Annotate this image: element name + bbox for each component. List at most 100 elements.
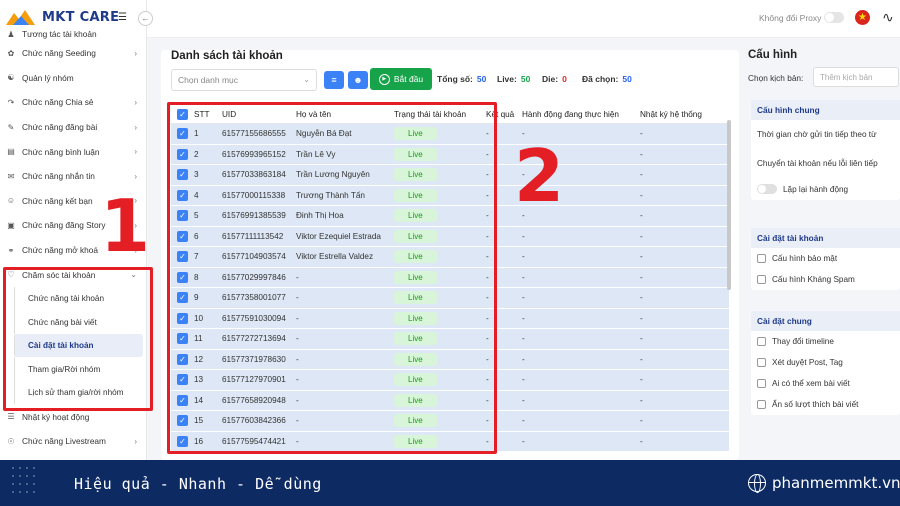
column-header[interactable]: Họ và tên — [293, 110, 391, 119]
collapse-sidebar-button[interactable]: ← — [138, 11, 153, 26]
filter-button[interactable]: ≡ — [324, 71, 344, 89]
sidebar-item[interactable]: ☉ Chức năng Livestream › — [0, 429, 146, 454]
table-row[interactable]: ✓ 10 61577591030094- Live - - - — [171, 308, 729, 329]
repeat-action-row[interactable]: Lặp lại hành động — [751, 178, 900, 200]
column-header[interactable]: Nhật ký hệ thống — [637, 110, 729, 119]
sidebar-subitem[interactable]: Cài đặt tài khoản — [14, 333, 143, 358]
cell-log: - — [640, 170, 643, 180]
hide-likes-checkbox[interactable] — [757, 400, 766, 409]
column-header[interactable]: Trạng thái tài khoản — [391, 110, 483, 119]
sidebar-subitem[interactable]: Chức năng bài viết — [14, 310, 146, 334]
switch-account-row: Chuyển tài khoản nếu lỗi liên tiếp — [751, 149, 900, 178]
post-visibility-checkbox[interactable] — [757, 379, 766, 388]
table-row[interactable]: ✓ 11 61577272713694- Live - - - — [171, 329, 729, 350]
cell-result: - — [486, 416, 489, 426]
column-header[interactable]: STT — [191, 110, 219, 119]
row-checkbox[interactable]: ✓ — [177, 415, 188, 427]
cell-status: Live — [391, 311, 483, 325]
post-visibility-row[interactable]: Ai có thể xem bài viết — [751, 373, 900, 394]
table-row[interactable]: ✓ 13 61577127970901- Live - - - — [171, 370, 729, 391]
sidebar-item[interactable]: ☯ Quản lý nhóm — [0, 66, 146, 91]
table-row[interactable]: ✓ 6 61577111113542 Viktor Ezequiel Estrada L… — [171, 226, 729, 247]
sidebar-item[interactable]: ✿ Chức năng Seeding › — [0, 41, 146, 66]
group-icon: ☯ — [7, 73, 15, 83]
row-select-cell: ✓ — [171, 333, 191, 345]
security-config-row[interactable]: Cấu hình bảo mật — [751, 248, 900, 269]
table-row[interactable]: ✓ 8 61577029997846- Live - - - — [171, 267, 729, 288]
review-post-row[interactable]: Xét duyệt Post, Tag — [751, 352, 900, 373]
cell-name: Viktor Estrella Valdez — [296, 252, 374, 262]
antispam-config-checkbox[interactable] — [757, 275, 766, 284]
proxy-toggle[interactable] — [824, 12, 844, 23]
table-row[interactable]: ✓ 3 61577033863184 Trần Lương Nguyên Live - - - — [171, 165, 729, 186]
security-config-checkbox[interactable] — [757, 254, 766, 263]
chevron-right-icon: › — [134, 171, 137, 181]
select-all-checkbox[interactable]: ✓ — [177, 109, 188, 120]
add-account-button[interactable]: ☻ — [348, 71, 368, 89]
sidebar-item[interactable]: ↷ Chức năng Chia sẻ › — [0, 90, 146, 115]
antispam-config-row[interactable]: Cấu hình Kháng Spam — [751, 269, 900, 290]
review-post-checkbox[interactable] — [757, 358, 766, 367]
table-row[interactable]: ✓ 2 61576993965152 Trần Lê Vy Live - - - — [171, 144, 729, 165]
row-checkbox[interactable]: ✓ — [177, 333, 188, 345]
cell-log: - — [640, 313, 643, 323]
scenario-input[interactable]: Thêm kịch bản — [813, 67, 899, 87]
row-checkbox[interactable]: ✓ — [177, 148, 188, 160]
row-checkbox[interactable]: ✓ — [177, 374, 188, 386]
row-select-cell: ✓ — [171, 435, 191, 447]
footer-website[interactable]: phanmemmkt.vn — [748, 474, 900, 493]
sidebar-item-label: Nhật ký hoạt động — [22, 411, 90, 422]
cell-log: - — [640, 436, 643, 446]
sidebar-item[interactable]: ✎ Chức năng đăng bài › — [0, 115, 146, 140]
sidebar-subitem[interactable]: Chức năng tài khoản — [14, 286, 146, 311]
row-checkbox[interactable]: ✓ — [177, 353, 188, 365]
row-checkbox[interactable]: ✓ — [177, 312, 188, 324]
cell-log: - — [640, 231, 643, 241]
row-checkbox[interactable]: ✓ — [177, 230, 188, 242]
row-checkbox[interactable]: ✓ — [177, 394, 188, 406]
table-row[interactable]: ✓ 1 61577155686555 Nguyễn Bá Đạt Live - - - — [171, 124, 729, 145]
row-checkbox[interactable]: ✓ — [177, 189, 188, 201]
column-header[interactable]: Hành động đang thực hiện — [519, 110, 637, 119]
sidebar-subitem[interactable]: Tham gia/Rời nhóm — [14, 357, 146, 381]
stat-total-label: Tổng số: — [437, 74, 473, 84]
row-checkbox[interactable]: ✓ — [177, 251, 188, 263]
category-select[interactable]: Chọn danh mục ⌄ — [171, 69, 317, 91]
table-row[interactable]: ✓ 9 61577358001077- Live - - - — [171, 288, 729, 309]
vietnam-flag-icon[interactable]: ★ — [855, 10, 870, 25]
start-button[interactable]: ▶ Bắt đầu — [370, 68, 432, 90]
row-checkbox[interactable]: ✓ — [177, 435, 188, 447]
sidebar-item[interactable]: ▤ Chức năng bình luận › — [0, 139, 146, 164]
sidebar-item[interactable]: ☰ Nhật ký hoạt động — [0, 404, 146, 429]
column-header[interactable]: UID — [219, 110, 293, 119]
cell-stt: 8 — [194, 272, 199, 282]
cell-log: - — [640, 395, 643, 405]
hide-likes-row[interactable]: Ẩn số lượt thích bài viết — [751, 394, 900, 415]
table-row[interactable]: ✓ 14 61577658920948- Live - - - — [171, 390, 729, 411]
table-scrollbar[interactable] — [727, 120, 731, 290]
config-title: Cấu hình — [748, 49, 798, 61]
row-checkbox[interactable]: ✓ — [177, 271, 188, 283]
row-checkbox[interactable]: ✓ — [177, 292, 188, 304]
activity-icon[interactable]: ∿ — [882, 9, 894, 26]
row-checkbox[interactable]: ✓ — [177, 128, 188, 140]
row-select-cell: ✓ — [171, 394, 191, 406]
sidebar-subitem[interactable]: Lịch sử tham gia/rời nhóm — [14, 380, 146, 405]
row-checkbox[interactable]: ✓ — [177, 210, 188, 222]
cell-uid: 61577358001077 — [222, 293, 286, 303]
sidebar-item[interactable]: ♟ Tương tác tài khoản — [0, 27, 146, 41]
hamburger-icon[interactable]: ☰ — [118, 12, 127, 23]
repeat-action-toggle[interactable] — [757, 184, 777, 194]
timeline-checkbox[interactable] — [757, 337, 766, 346]
table-row[interactable]: ✓ 5 61576991385539 Đinh Thị Hoa Live - - - — [171, 206, 729, 227]
table-row[interactable]: ✓ 4 61577000115338 Trương Thành Tấn Live - - - — [171, 185, 729, 206]
table-row[interactable]: ✓ 16 61577595474421- Live - - - — [171, 431, 729, 452]
table-row[interactable]: ✓ 12 61577371978630- Live - - - — [171, 349, 729, 370]
app-logo[interactable]: MKT CARE — [5, 5, 119, 29]
table-row[interactable]: ✓ 7 61577104903574 Viktor Estrella Valdez Li… — [171, 247, 729, 268]
table-row[interactable]: ✓ 15 61577603842366- Live - - - — [171, 411, 729, 432]
cell-status: Live — [391, 332, 483, 346]
timeline-row[interactable]: Thay đổi timeline — [751, 331, 900, 352]
column-header[interactable]: Kết quả — [483, 110, 519, 119]
row-checkbox[interactable]: ✓ — [177, 169, 188, 181]
